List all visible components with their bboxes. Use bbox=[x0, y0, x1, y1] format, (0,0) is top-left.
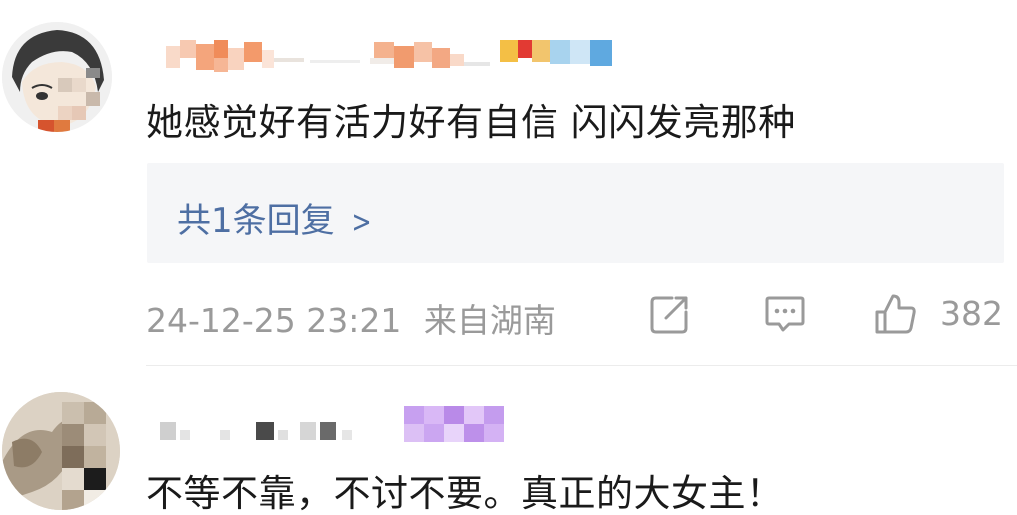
replies-box[interactable]: 共1条回复 > bbox=[147, 163, 1004, 263]
comment-icon[interactable] bbox=[763, 292, 807, 336]
like-icon[interactable] bbox=[873, 292, 917, 336]
share-icon[interactable] bbox=[648, 292, 692, 336]
replies-count-label: 共1条回复 bbox=[177, 201, 335, 241]
divider bbox=[146, 365, 1017, 366]
comment-meta: 24-12-25 23:21 来自湖南 bbox=[146, 294, 556, 342]
chevron-right-icon: > bbox=[351, 205, 372, 240]
avatar-image bbox=[2, 22, 112, 132]
like-count[interactable]: 382 bbox=[940, 294, 1003, 333]
avatar[interactable] bbox=[2, 22, 112, 132]
comment-text: 她感觉好有活力好有自信 闪闪发亮那种 bbox=[146, 101, 796, 144]
comment-timestamp: 24-12-25 23:21 bbox=[146, 301, 402, 340]
username-blurred[interactable] bbox=[160, 400, 520, 448]
avatar[interactable] bbox=[2, 392, 120, 510]
username-blurred[interactable] bbox=[160, 36, 630, 78]
comment-text: 不等不靠，不讨不要。真正的大女主！ bbox=[146, 472, 784, 515]
comment-feed: 她感觉好有活力好有自信 闪闪发亮那种 共1条回复 > 24-12-25 23:21… bbox=[0, 0, 1017, 515]
comment-location: 来自湖南 bbox=[423, 301, 556, 340]
avatar-image bbox=[2, 392, 120, 510]
view-replies-link[interactable]: 共1条回复 > bbox=[177, 193, 374, 242]
